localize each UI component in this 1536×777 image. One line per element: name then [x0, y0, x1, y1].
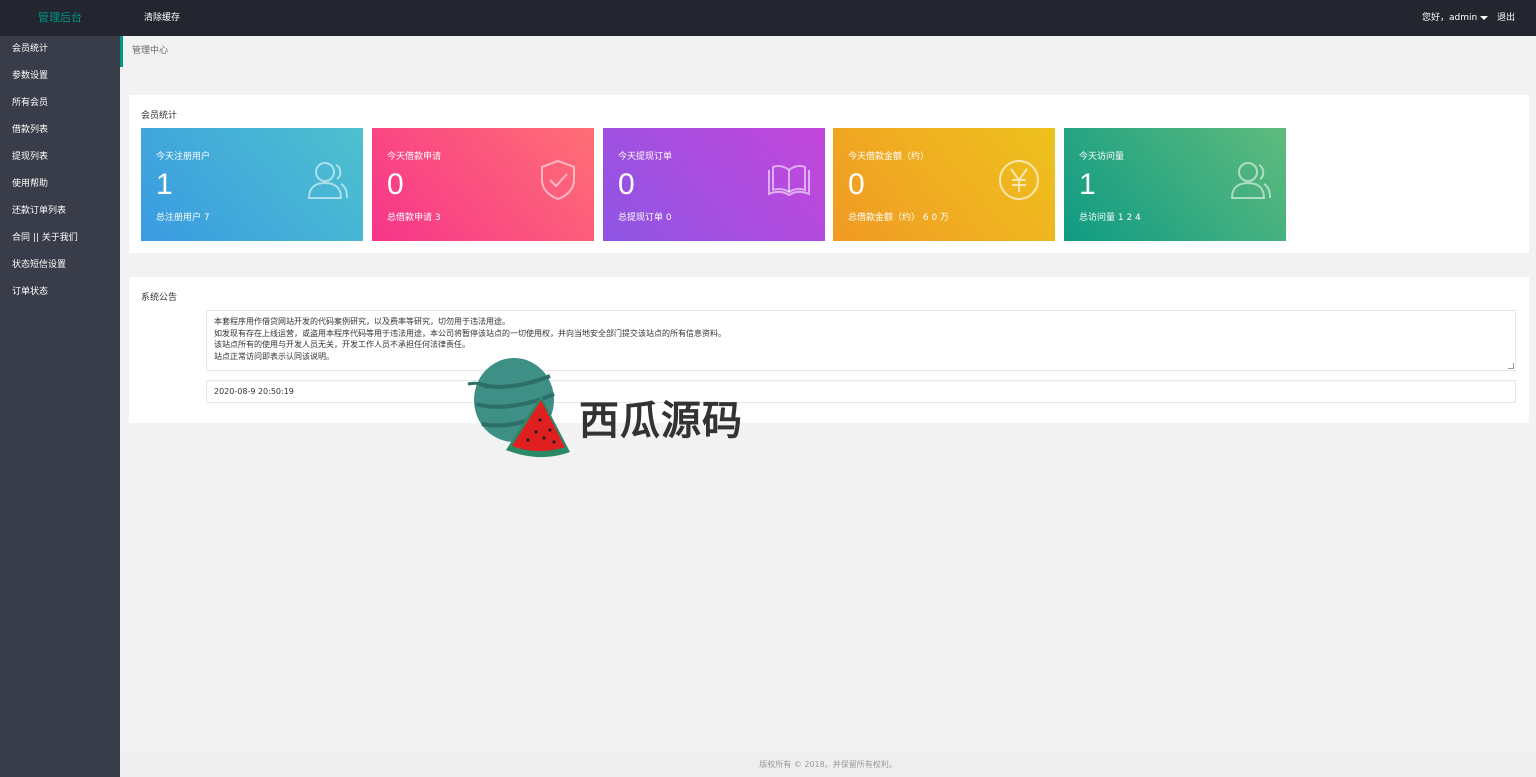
sidebar-item-settings[interactable]: 参数设置: [0, 63, 120, 90]
caret-down-icon: [1480, 15, 1489, 20]
user-greeting: 您好，admin: [1422, 13, 1478, 23]
sidebar-item-help[interactable]: 使用帮助: [0, 171, 120, 198]
stat-card-title: 今天借款申请: [387, 152, 442, 162]
stat-card-loan-amount: 今天借款金额（约） 0 总借款金额（约） 6 0 万: [833, 128, 1055, 241]
stat-card-title: 今天访问量: [1079, 152, 1125, 162]
sidebar-item-member-stats[interactable]: 会员统计: [0, 36, 120, 63]
stat-card-title: 今天提现订单: [618, 152, 673, 162]
sidebar-item-all-members[interactable]: 所有会员: [0, 90, 120, 117]
yen-icon: [997, 158, 1041, 202]
stat-card-value: 0: [848, 168, 865, 201]
shield-check-icon: [536, 158, 580, 202]
stat-card-total: 总借款申请 3: [387, 213, 441, 223]
sidebar-item-sms-settings[interactable]: 状态短信设置: [0, 252, 120, 279]
stat-card-registrations: 今天注册用户 1 总注册用户 7: [141, 128, 363, 241]
footer: 版权所有 © 2018。并保留所有权利。: [120, 753, 1536, 777]
stat-card-visits: 今天访问量 1 总访问量 1 2 4: [1064, 128, 1286, 241]
stat-card-value: 1: [156, 168, 173, 201]
notice-panel-title: 系统公告: [141, 293, 178, 303]
stat-card-value: 0: [618, 168, 635, 201]
clear-cache-link[interactable]: 清除缓存: [144, 0, 180, 36]
stat-card-total: 总访问量 1 2 4: [1079, 213, 1141, 223]
stat-card-value: 0: [387, 168, 404, 201]
stats-panel-title: 会员统计: [141, 111, 178, 121]
book-icon: [767, 158, 811, 202]
notice-line: 站点正常访问即表示认同该说明。: [214, 351, 334, 361]
stat-card-loan-applications: 今天借款申请 0 总借款申请 3: [372, 128, 594, 241]
stat-card-total: 总提现订单 0: [618, 213, 672, 223]
top-bar: 管理后台 清除缓存 您好，admin 退出: [0, 0, 1536, 36]
notice-line: 该站点所有的使用与开发人员无关，开发工作人员不承担任何法律责任。: [214, 340, 470, 349]
breadcrumb: 管理中心: [132, 46, 169, 56]
breadcrumb-bar: 管理中心: [120, 36, 1536, 67]
logout-link[interactable]: 退出: [1497, 0, 1515, 36]
stat-card-withdrawals: 今天提现订单 0 总提现订单 0: [603, 128, 825, 241]
sidebar-item-order-status[interactable]: 订单状态: [0, 279, 120, 306]
stat-card-title: 今天注册用户: [156, 152, 211, 162]
notice-date-field[interactable]: 2020-08-9 20:50:19: [206, 380, 1516, 403]
sidebar: 会员统计 参数设置 所有会员 借款列表 提现列表 使用帮助 还款订单列表 合同 …: [0, 36, 120, 777]
app-logo[interactable]: 管理后台: [0, 0, 120, 36]
user-icon: [305, 158, 349, 202]
resize-handle-icon[interactable]: [1508, 363, 1514, 369]
user-icon: [1228, 158, 1272, 202]
stat-card-title: 今天借款金额（约）: [848, 152, 930, 162]
user-menu[interactable]: 您好，admin: [1422, 0, 1489, 36]
notice-textarea[interactable]: 本套程序用作借贷网站开发的代码案例研究，以及费率等研究，切勿用于违法用途。 如发…: [206, 310, 1516, 371]
stat-card-total: 总借款金额（约） 6 0 万: [848, 213, 950, 223]
sidebar-item-withdrawals[interactable]: 提现列表: [0, 144, 120, 171]
notice-line: 本套程序用作借贷网站开发的代码案例研究，以及费率等研究，切勿用于违法用途。: [214, 317, 510, 326]
sidebar-item-loans[interactable]: 借款列表: [0, 117, 120, 144]
sidebar-item-contract-about[interactable]: 合同 || 关于我们: [0, 225, 120, 252]
sidebar-item-repayments[interactable]: 还款订单列表: [0, 198, 120, 225]
stat-card-value: 1: [1079, 168, 1096, 201]
notice-line: 如发现有存在上线运营，或盗用本程序代码等用于违法用途，本公司将暂停该站点的一切使…: [214, 328, 726, 338]
stat-card-total: 总注册用户 7: [156, 213, 210, 223]
